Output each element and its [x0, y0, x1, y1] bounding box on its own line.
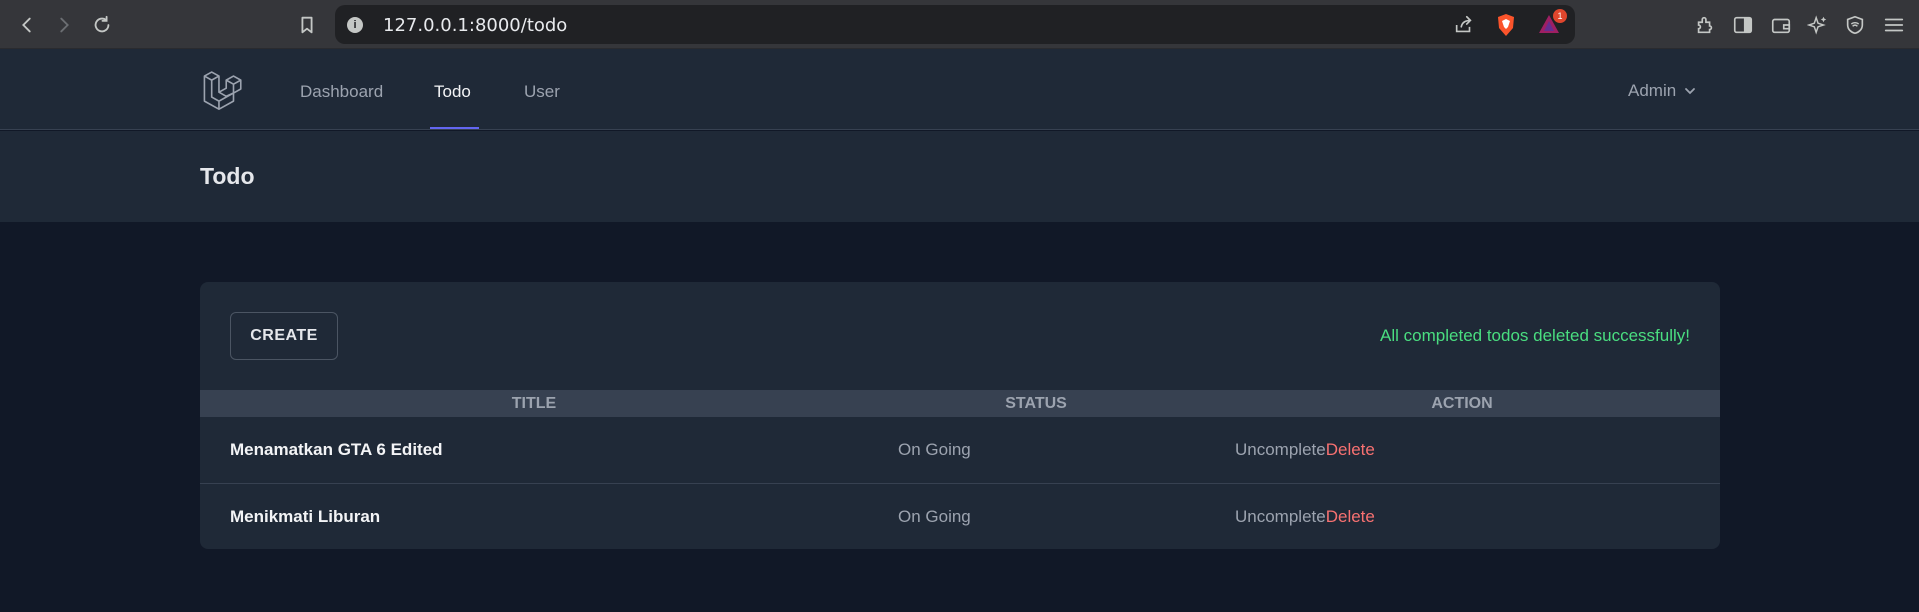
brave-rewards-icon[interactable]: 1 [1537, 9, 1567, 40]
todo-title: Menikmati Liburan [230, 507, 381, 526]
sidebar-icon[interactable] [1731, 13, 1755, 37]
nav-link-dashboard[interactable]: Dashboard [300, 82, 383, 102]
leo-ai-icon[interactable] [1806, 13, 1830, 37]
browser-toolbar: i 127.0.0.1:8000/todo 1 [0, 0, 1919, 49]
wallet-icon[interactable] [1769, 13, 1793, 37]
app-navbar: Dashboard Todo User Admin [0, 49, 1919, 130]
bookmark-icon[interactable] [294, 12, 320, 38]
flash-message: All completed todos deleted successfully… [1380, 326, 1690, 345]
site-info-icon[interactable]: i [347, 17, 363, 33]
create-button[interactable]: CREATE [230, 312, 338, 360]
page-title: Todo [200, 163, 255, 189]
column-header-action: ACTION [1431, 395, 1493, 412]
delete-link[interactable]: Delete [1326, 507, 1375, 526]
todo-title: Menamatkan GTA 6 Edited [230, 440, 443, 459]
page-header: Todo [0, 131, 1919, 222]
column-header-status: STATUS [1005, 395, 1067, 412]
todo-actions: UncompleteDelete [1235, 440, 1375, 460]
rewards-badge: 1 [1553, 9, 1567, 23]
uncomplete-link[interactable]: Uncomplete [1235, 507, 1326, 526]
nav-link-user[interactable]: User [524, 82, 560, 102]
vpn-icon[interactable] [1843, 13, 1867, 37]
share-icon[interactable] [1453, 14, 1475, 41]
back-icon[interactable] [14, 12, 40, 38]
url-text[interactable]: 127.0.0.1:8000/todo [383, 15, 567, 36]
table-header: TITLE STATUS ACTION [200, 390, 1720, 417]
table-row: Menikmati Liburan On Going UncompleteDel… [200, 483, 1720, 549]
todo-card: CREATE All completed todos deleted succe… [200, 282, 1720, 549]
user-dropdown[interactable]: Admin [1628, 81, 1696, 101]
active-nav-indicator [430, 127, 479, 129]
column-header-title: TITLE [511, 395, 557, 412]
todo-status: On Going [898, 507, 971, 526]
forward-icon[interactable] [51, 12, 77, 38]
reload-icon[interactable] [89, 12, 115, 38]
uncomplete-link[interactable]: Uncomplete [1235, 440, 1326, 459]
nav-link-todo[interactable]: Todo [434, 82, 471, 102]
table-row: Menamatkan GTA 6 Edited On Going Uncompl… [200, 417, 1720, 483]
extensions-icon[interactable] [1693, 13, 1717, 37]
todo-actions: UncompleteDelete [1235, 507, 1375, 527]
address-bar[interactable]: i 127.0.0.1:8000/todo 1 [335, 5, 1575, 44]
user-name: Admin [1628, 81, 1677, 100]
todo-status: On Going [898, 440, 971, 459]
menu-icon[interactable] [1882, 13, 1906, 37]
delete-link[interactable]: Delete [1326, 440, 1375, 459]
chevron-down-icon [1685, 88, 1696, 95]
laravel-logo-icon[interactable] [202, 68, 244, 115]
brave-shield-icon[interactable] [1495, 13, 1517, 42]
